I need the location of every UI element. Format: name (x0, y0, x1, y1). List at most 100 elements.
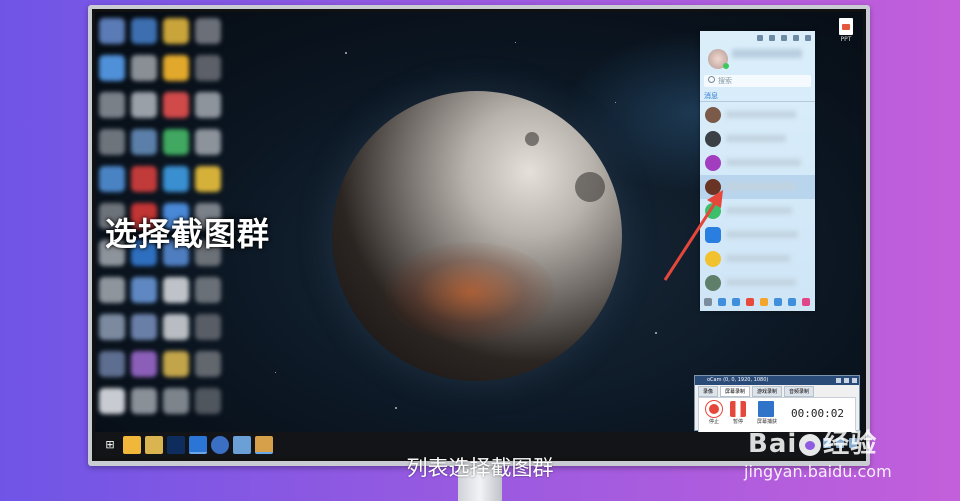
desktop-icon[interactable] (195, 166, 221, 192)
desktop-icon[interactable] (195, 314, 221, 340)
desktop-icon[interactable] (163, 55, 189, 81)
planet-lava-glow (385, 242, 555, 342)
minimize-icon[interactable] (793, 35, 799, 41)
desktop-icon[interactable] (131, 18, 157, 44)
red-arrow-annotation (663, 190, 723, 281)
tab-messages[interactable]: 消息 (704, 91, 718, 101)
planet-crater (575, 172, 605, 202)
desktop-icon[interactable] (99, 18, 125, 44)
qq-icon[interactable] (732, 298, 740, 306)
star (515, 42, 516, 43)
settings-icon[interactable] (769, 35, 775, 41)
game-icon[interactable] (760, 298, 768, 306)
subtitle-caption: 列表选择截图群 (406, 456, 554, 480)
desktop-icon[interactable] (131, 351, 157, 377)
cloud-icon[interactable] (788, 298, 796, 306)
chat-name-blurred (726, 159, 801, 166)
recorder-window-controls (836, 378, 857, 383)
monitor-icon (758, 401, 774, 417)
search-field[interactable]: 搜索 (704, 75, 811, 87)
desktop-icon[interactable] (99, 388, 125, 414)
contacts-icon[interactable] (718, 298, 726, 306)
desktop-icon[interactable] (195, 92, 221, 118)
star (345, 52, 347, 54)
chat-window-controls (757, 35, 811, 41)
stop-button[interactable]: 停止 (705, 401, 723, 425)
menu-icon[interactable] (704, 298, 712, 306)
shirt-icon[interactable] (781, 35, 787, 41)
star (655, 332, 657, 334)
app-icon[interactable] (802, 298, 810, 306)
close-icon[interactable] (805, 35, 811, 41)
tab-game-record[interactable]: 游戏录制 (752, 386, 783, 397)
desktop-icon[interactable] (163, 18, 189, 44)
desktop-icon[interactable] (131, 129, 157, 155)
desktop-icon[interactable] (195, 55, 221, 81)
mail-icon[interactable] (757, 35, 763, 41)
ppt-file-icon (839, 18, 853, 35)
star (615, 102, 616, 103)
close-icon[interactable] (852, 378, 857, 383)
chat-list-item[interactable] (700, 151, 815, 175)
desktop-icon[interactable] (131, 166, 157, 192)
desktop-icon[interactable] (163, 166, 189, 192)
desktop-icon[interactable] (163, 277, 189, 303)
desktop-icon[interactable] (195, 129, 221, 155)
chat-bottom-toolbar (700, 293, 815, 311)
recorder-tabs: 录像 屏幕录制 游戏录制 音频录制 (695, 385, 859, 397)
tab-audio-record[interactable]: 音频录制 (784, 386, 815, 397)
chat-list-item[interactable] (700, 127, 815, 151)
desktop-icon[interactable] (163, 351, 189, 377)
desktop-screen: 选择截图群 PPT 搜索 消息 oCam (0, 0, 1920, 1080) … (95, 12, 863, 458)
chat-name-blurred (726, 111, 796, 118)
desktop-icon[interactable] (99, 129, 125, 155)
ppt-file[interactable]: PPT (835, 18, 857, 43)
desktop-icon[interactable] (131, 92, 157, 118)
desktop-icon[interactable] (99, 55, 125, 81)
desktop-icon[interactable] (99, 277, 125, 303)
gamepad-icon[interactable] (774, 298, 782, 306)
screen-capture-button[interactable]: 屏幕捕获 (757, 401, 777, 425)
star (395, 407, 397, 409)
planet-crater (525, 132, 539, 146)
search-icon (708, 76, 715, 83)
desktop-icon[interactable] (195, 277, 221, 303)
pause-icon (730, 401, 746, 417)
minimize-icon[interactable] (836, 378, 841, 383)
desktop-icon[interactable] (99, 351, 125, 377)
monitor-bezel: 选择截图群 PPT 搜索 消息 oCam (0, 0, 1920, 1080) … (92, 9, 866, 461)
desktop-icon[interactable] (163, 92, 189, 118)
chat-avatar (705, 107, 721, 123)
desktop-icon[interactable] (163, 314, 189, 340)
chat-list-item[interactable] (700, 103, 815, 127)
chat-avatar (705, 155, 721, 171)
desktop-icon[interactable] (99, 314, 125, 340)
desktop-icon[interactable] (163, 129, 189, 155)
desktop-icon[interactable] (131, 388, 157, 414)
desktop-icon[interactable] (131, 277, 157, 303)
pause-label: 暂停 (732, 419, 743, 425)
desktop-icon[interactable] (131, 55, 157, 81)
recording-timer: 00:00:02 (791, 407, 844, 420)
desktop-icon[interactable] (163, 388, 189, 414)
tab-record[interactable]: 录像 (698, 386, 719, 397)
desktop-icon[interactable] (195, 351, 221, 377)
recorder-title-bar: oCam (0, 0, 1920, 1080) (695, 376, 859, 385)
stop-icon (706, 401, 722, 417)
monitor: 选择截图群 PPT 搜索 消息 oCam (0, 0, 1920, 1080) … (88, 5, 870, 466)
chat-avatar (705, 131, 721, 147)
pause-button[interactable]: 暂停 (729, 401, 747, 425)
desktop-icon[interactable] (195, 18, 221, 44)
mail-icon[interactable] (746, 298, 754, 306)
tab-divider (700, 101, 815, 102)
desktop-icon[interactable] (195, 388, 221, 414)
user-name-blurred (732, 49, 802, 58)
maximize-icon[interactable] (844, 378, 849, 383)
desktop-icon[interactable] (99, 166, 125, 192)
online-status-dot (723, 63, 729, 69)
desktop-icon[interactable] (99, 92, 125, 118)
search-placeholder: 搜索 (718, 77, 732, 85)
star (275, 372, 276, 373)
desktop-icon[interactable] (131, 314, 157, 340)
tab-screen-record[interactable]: 屏幕录制 (720, 386, 751, 397)
